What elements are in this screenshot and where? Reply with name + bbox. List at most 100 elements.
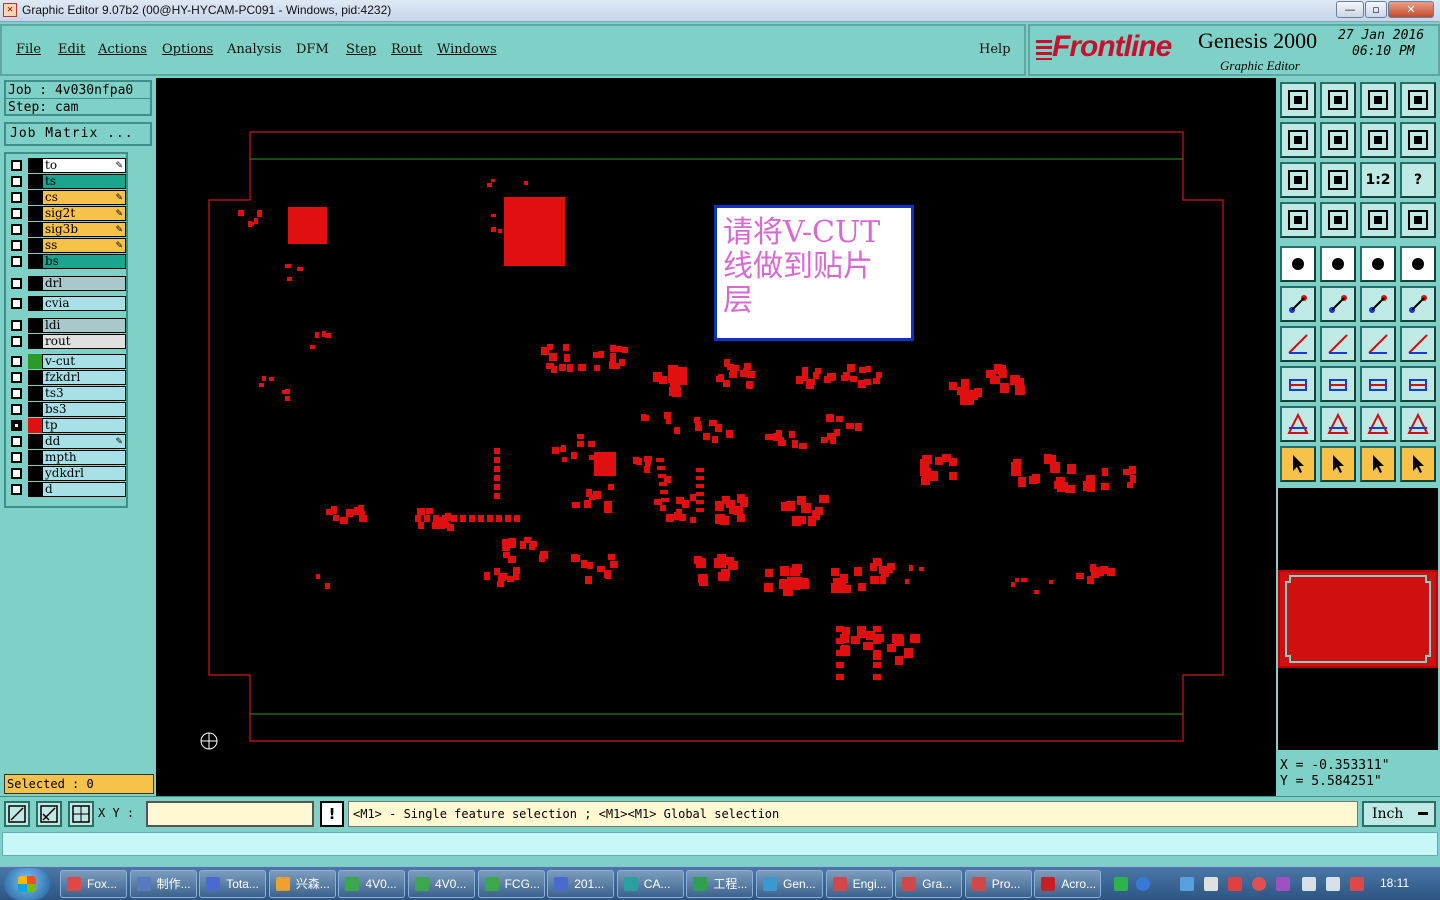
- tool-pointer-b-button[interactable]: [1320, 446, 1356, 482]
- layer-name[interactable]: to ✎: [42, 158, 126, 173]
- units-select[interactable]: Inch: [1362, 801, 1436, 827]
- tool-angle-button[interactable]: [1280, 326, 1316, 362]
- layer-checkbox[interactable]: [11, 160, 22, 171]
- layer-checkbox[interactable]: [11, 176, 22, 187]
- layer-name[interactable]: drl: [42, 276, 126, 291]
- layer-checkbox[interactable]: [11, 192, 22, 203]
- taskbar-item[interactable]: Fox...: [60, 870, 127, 898]
- tool-home-button[interactable]: [1360, 82, 1396, 118]
- taskbar-item[interactable]: CA...: [616, 870, 684, 898]
- tool-save-button[interactable]: [1320, 82, 1356, 118]
- tool-polygon-button[interactable]: [1320, 246, 1356, 282]
- menu-actions[interactable]: Actions: [98, 42, 147, 57]
- taskbar-item[interactable]: Pro...: [964, 870, 1032, 898]
- measure-button[interactable]: [36, 801, 62, 827]
- taskbar-item[interactable]: Engi...: [825, 870, 893, 898]
- layer-color-swatch[interactable]: [28, 370, 42, 385]
- layer-checkbox[interactable]: [11, 256, 22, 267]
- tool-help-button[interactable]: ?: [1400, 162, 1436, 198]
- layer-name[interactable]: cvia: [42, 296, 126, 311]
- network-tray-icon[interactable]: [1180, 877, 1194, 891]
- tool-layers-b-button[interactable]: [1400, 202, 1436, 238]
- layer-name[interactable]: mpth: [42, 450, 126, 465]
- command-line[interactable]: [2, 832, 1438, 856]
- layer-row-mpth[interactable]: mpth: [8, 450, 126, 465]
- tool-line-a-button[interactable]: [1360, 286, 1396, 322]
- layer-color-swatch[interactable]: [28, 318, 42, 333]
- taskbar-item[interactable]: 201...: [547, 870, 615, 898]
- tool-cross-button[interactable]: [1320, 286, 1356, 322]
- layer-row-tp[interactable]: tp: [8, 418, 126, 433]
- layer-name[interactable]: fzkdrl: [42, 370, 126, 385]
- layer-name[interactable]: ydkdrl: [42, 466, 126, 481]
- tool-swap-button[interactable]: [1360, 122, 1396, 158]
- tool-triangle-a-button[interactable]: [1280, 406, 1316, 442]
- menu-analysis[interactable]: Analysis: [227, 42, 282, 57]
- tool-arc-button[interactable]: [1360, 326, 1396, 362]
- layer-color-swatch[interactable]: [28, 254, 42, 269]
- tool-line-b-button[interactable]: [1400, 286, 1436, 322]
- tool-pointer-d-button[interactable]: [1400, 446, 1436, 482]
- tool-nodes-button[interactable]: [1280, 286, 1316, 322]
- board-drawing[interactable]: [156, 78, 1276, 796]
- tool-window-button[interactable]: [1400, 82, 1436, 118]
- layer-checkbox[interactable]: [11, 452, 22, 463]
- xy-input[interactable]: [146, 801, 314, 827]
- layer-checkbox[interactable]: [11, 388, 22, 399]
- layer-checkbox[interactable]: [11, 224, 22, 235]
- layer-checkbox[interactable]: [11, 468, 22, 479]
- taskbar-item[interactable]: Gra...: [895, 870, 963, 898]
- tool-move-box-button[interactable]: [1360, 366, 1396, 402]
- layer-row-ts[interactable]: ts: [8, 174, 126, 189]
- layer-row-cvia[interactable]: cvia: [8, 296, 126, 311]
- taskbar-item[interactable]: 4V0...: [408, 870, 475, 898]
- layer-name[interactable]: ts3: [42, 386, 126, 401]
- profile-preview[interactable]: [1278, 570, 1438, 668]
- layer-checkbox[interactable]: [11, 240, 22, 251]
- tool-triangle-c-button[interactable]: [1360, 406, 1396, 442]
- graphic-canvas[interactable]: 请将V-CUT 线做到贴片 层: [156, 78, 1276, 796]
- layer-checkbox[interactable]: [11, 420, 22, 431]
- layer-row-ss[interactable]: ss ✎: [8, 238, 126, 253]
- layer-name[interactable]: rout: [42, 334, 126, 349]
- layer-color-swatch[interactable]: [28, 466, 42, 481]
- tool-ruler-button[interactable]: [1360, 246, 1396, 282]
- taskbar-item[interactable]: FCG...: [477, 870, 545, 898]
- tray-icon-4[interactable]: [1252, 877, 1266, 891]
- layer-checkbox[interactable]: [11, 336, 22, 347]
- layer-row-fzkdrl[interactable]: fzkdrl: [8, 370, 126, 385]
- layer-name[interactable]: v-cut: [42, 354, 126, 369]
- flag-tray-icon[interactable]: [1350, 877, 1364, 891]
- layer-row-sig3b[interactable]: sig3b ✎: [8, 222, 126, 237]
- layer-color-swatch[interactable]: [28, 158, 42, 173]
- tool-dash-button[interactable]: [1320, 366, 1356, 402]
- layer-row-cs[interactable]: cs ✎: [8, 190, 126, 205]
- layer-color-swatch[interactable]: [28, 174, 42, 189]
- layer-name[interactable]: d: [42, 482, 126, 497]
- layer-row-ts3[interactable]: ts3: [8, 386, 126, 401]
- tray-icon-2[interactable]: [1204, 877, 1218, 891]
- layer-color-swatch[interactable]: [28, 402, 42, 417]
- tool-layers-a-button[interactable]: [1360, 202, 1396, 238]
- layer-name[interactable]: cs ✎: [42, 190, 126, 205]
- layer-row-dd[interactable]: dd ✎: [8, 434, 126, 449]
- tool-wand-button[interactable]: [1280, 202, 1316, 238]
- layer-checkbox[interactable]: [11, 372, 22, 383]
- job-matrix-button[interactable]: Job Matrix ...: [4, 122, 152, 146]
- layer-name[interactable]: bs3: [42, 402, 126, 417]
- tool-hinge-button[interactable]: [1400, 326, 1436, 362]
- tool-step-right-button[interactable]: [1320, 122, 1356, 158]
- layer-color-swatch[interactable]: [28, 190, 42, 205]
- layer-color-swatch[interactable]: [28, 354, 42, 369]
- menu-dfm[interactable]: DFM: [296, 42, 329, 57]
- volume-tray-icon[interactable]: [1326, 877, 1340, 891]
- tool-select-box-button[interactable]: [1280, 366, 1316, 402]
- layer-color-swatch[interactable]: [28, 450, 42, 465]
- tool-circle-button[interactable]: [1400, 246, 1436, 282]
- taskbar-item[interactable]: 制作...: [129, 870, 197, 898]
- tool-open-job-button[interactable]: [1280, 82, 1316, 118]
- minimize-button[interactable]: —: [1336, 1, 1364, 18]
- layer-checkbox[interactable]: [11, 278, 22, 289]
- tool-pointer-c-button[interactable]: [1360, 446, 1396, 482]
- zoom-area-button[interactable]: [4, 801, 30, 827]
